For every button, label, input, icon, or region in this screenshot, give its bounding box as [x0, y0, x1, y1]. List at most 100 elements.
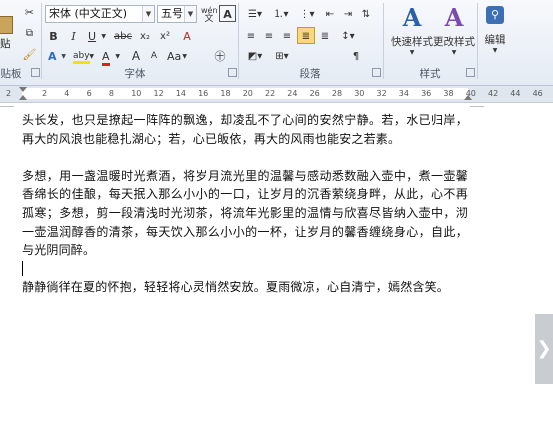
enclosed-char-button[interactable]: ㊉ [211, 47, 229, 64]
page-body[interactable]: 头长发，也只是撩起一阵阵的飘逸，却凌乱不了心间的安然宁静。若，水已归岸，再大的风… [22, 111, 468, 316]
binoculars-icon: ⚲ [486, 6, 504, 24]
text-cursor [22, 261, 23, 276]
align-left-icon[interactable]: ≡ [243, 27, 259, 44]
clipboard-icon [0, 16, 13, 34]
editing-button[interactable]: ⚲ 编辑 ▼ [483, 4, 507, 54]
ruler-tick-label: 24 [287, 89, 298, 98]
paragraph-1[interactable]: 头长发，也只是撩起一阵阵的飘逸，却凌乱不了心间的安然宁静。若，水已归岸，再大的风… [22, 111, 468, 148]
font-size-combo[interactable]: 五号 ▼ [157, 5, 197, 23]
justify-icon[interactable]: ≣ [297, 27, 315, 44]
highlight-label: aby [73, 51, 90, 64]
shrink-font-button[interactable]: A [146, 47, 162, 64]
paragraph-2[interactable]: 多想，用一盏温暖时光煮酒，将岁月流光里的温馨与感动悉数融入壶中，煮一壶馨香绵长的… [22, 167, 468, 260]
separator [383, 3, 384, 79]
font-name-combo[interactable]: 宋体 (中文正文) ▼ [45, 5, 155, 23]
italic-label: I [71, 30, 76, 43]
ruler-tick-label: 44 [510, 89, 521, 98]
grow-font-button[interactable]: A [127, 47, 145, 64]
change-case-label: Aa [167, 50, 182, 63]
font-color-label: A [102, 50, 110, 66]
ruler-tick-label: 4 [64, 89, 70, 98]
chevron-down-icon: ▼ [492, 47, 498, 54]
chevron-down-icon: ▼ [115, 53, 120, 60]
clipboard-dialog-launcher[interactable] [31, 68, 40, 77]
strikethrough-button[interactable]: abc [112, 27, 134, 44]
quick-styles-icon: A [402, 3, 422, 32]
ruler-tick-label: 12 [153, 89, 164, 98]
ruler-tick-label: 34 [398, 89, 409, 98]
subscript-button[interactable]: x₂ [136, 27, 154, 44]
paste-button[interactable]: 贴 [0, 14, 16, 54]
bold-button[interactable]: B [45, 27, 62, 44]
change-styles-icon: A [444, 3, 464, 32]
cut-icon[interactable]: ✂ [21, 3, 38, 20]
chevron-down-icon: ▼ [451, 49, 457, 56]
change-styles-button[interactable]: A 更改样式 ▼ [432, 3, 476, 57]
side-panel-arrow-icon[interactable]: ❯ [535, 314, 553, 384]
clear-format-button[interactable]: A [178, 27, 196, 44]
underline-button[interactable]: U ▼ [85, 27, 109, 44]
multilevel-list-icon[interactable]: ⋮▾ [295, 5, 319, 22]
show-marks-icon[interactable]: ¶ [348, 47, 364, 64]
clear-format-label: A [183, 30, 191, 43]
distributed-icon[interactable]: ≣ [317, 27, 333, 44]
bold-label: B [49, 30, 58, 43]
character-border-button[interactable]: A [219, 5, 236, 22]
font-dialog-launcher[interactable] [228, 68, 237, 77]
text-effect-label: A [48, 50, 57, 63]
paste-label: 贴 [0, 38, 11, 50]
document-area[interactable]: 头长发，也只是撩起一阵阵的飘逸，却凌乱不了心间的安然宁静。若，水已归岸，再大的风… [0, 103, 553, 441]
copy-icon[interactable]: ⧉ [21, 24, 38, 41]
ruler-tick-label: 10 [131, 89, 142, 98]
quick-styles-label: 快速样式 [391, 36, 433, 48]
borders-icon[interactable]: ⊞▾ [270, 47, 294, 64]
font-group-label: 字体 [124, 68, 146, 80]
chevron-down-icon: ▼ [409, 49, 415, 56]
ruler-tick-label: 28 [331, 89, 343, 98]
align-center-icon[interactable]: ≡ [261, 27, 277, 44]
paragraph-3[interactable]: 静静徜徉在夏的怀抱，轻轻将心灵悄然安放。夏雨微凉，心自清宁，嫣然含笑。 [22, 278, 468, 297]
ruler-tick-label: 42 [488, 89, 499, 98]
text-effect-button[interactable]: A ▼ [45, 47, 69, 64]
phonetic-guide-button[interactable]: wén 文 [200, 5, 218, 24]
ruler-ticks: 2 2 4 6 8 10 12 14 16 18 20 22 24 26 28 30 32 34 36 38 40 42 4… [0, 89, 553, 101]
paragraph-dialog-launcher[interactable] [372, 68, 381, 77]
styles-group-label: 样式 [419, 68, 441, 80]
sort-icon[interactable]: ⇅ [358, 5, 374, 22]
shading-icon[interactable]: ◩▾ [243, 47, 267, 64]
increase-indent-icon[interactable]: ⇥ [340, 5, 356, 22]
chevron-down-icon: ▼ [61, 53, 66, 60]
bullets-icon[interactable]: ☰▾ [243, 5, 267, 22]
paragraph-group-label: 段落 [299, 68, 321, 80]
ruler-tick-label: 16 [198, 89, 209, 98]
ruler-tick-label: 36 [421, 89, 432, 98]
ruler-tick-label: 26 [309, 89, 320, 98]
superscript-button[interactable]: x² [156, 27, 174, 44]
chevron-down-icon: ▼ [89, 53, 94, 60]
chevron-down-icon: ▼ [101, 33, 106, 40]
font-size-value: 五号 [161, 7, 183, 20]
styles-dialog-launcher[interactable] [466, 68, 475, 77]
separator [238, 3, 239, 79]
decrease-indent-icon[interactable]: ⇤ [322, 5, 338, 22]
character-border-label: A [223, 8, 232, 21]
underline-label: U [88, 30, 97, 43]
shrink-font-label: A [150, 51, 158, 61]
ruler-tick-label: 46 [532, 89, 543, 98]
highlight-button[interactable]: aby ▼ [71, 47, 97, 64]
line-spacing-icon[interactable]: ↕▾ [336, 27, 360, 44]
quick-styles-button[interactable]: A 快速样式 ▼ [390, 3, 434, 57]
ruler-tick-label: 40 [465, 89, 476, 98]
crop-mark [470, 106, 484, 107]
align-right-icon[interactable]: ≡ [279, 27, 295, 44]
subscript-label: x₂ [140, 31, 150, 42]
format-painter-icon[interactable]: 🖌 [21, 45, 38, 62]
italic-button[interactable]: I [65, 27, 82, 44]
change-styles-label: 更改样式 [433, 36, 475, 48]
change-case-button[interactable]: Aa ▼ [164, 47, 190, 64]
font-color-button[interactable]: A ▼ [99, 47, 123, 66]
chevron-down-icon: ▼ [182, 53, 187, 60]
font-name-value: 宋体 (中文正文) [49, 7, 128, 20]
numbering-icon[interactable]: ⒈▾ [269, 5, 293, 22]
ruler-tick-label: 8 [108, 89, 114, 98]
